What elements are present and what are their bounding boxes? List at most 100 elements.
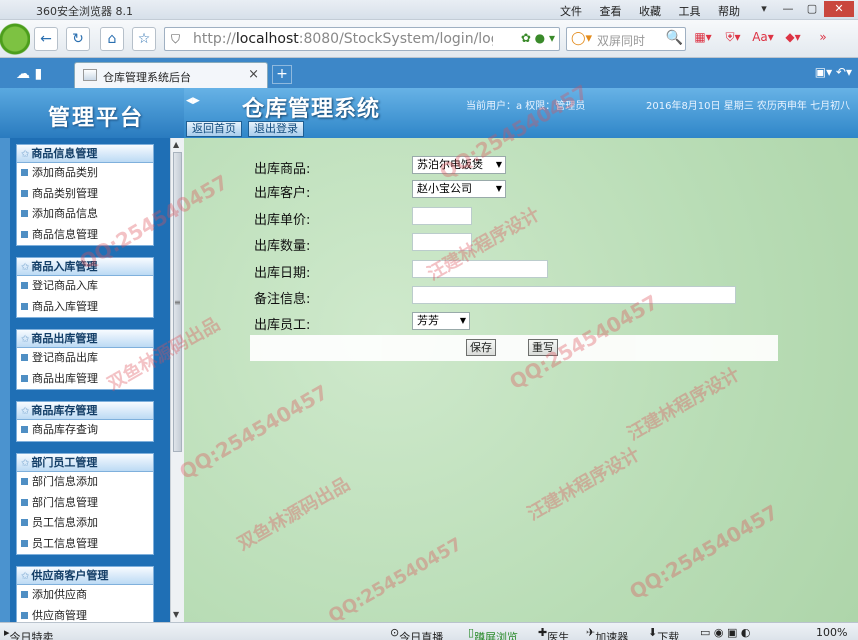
- customer-select[interactable]: 赵小宝公司 ▼: [412, 180, 506, 198]
- sidebar-group-product-info: ✩ 商品信息管理 添加商品类别 商品类别管理 添加商品信息 商品信息管理: [16, 144, 154, 246]
- cloud-icon[interactable]: ☁ ▮: [16, 66, 42, 82]
- bullet-icon: [21, 591, 28, 598]
- remark-input[interactable]: [412, 286, 736, 304]
- extension-icon[interactable]: ◆▾: [782, 30, 804, 48]
- tab-close-icon[interactable]: ×: [248, 67, 259, 82]
- shield-icon: ⛉: [171, 32, 181, 46]
- sidebar-item-inventory-query[interactable]: 商品库存查询: [17, 420, 153, 441]
- main-content: 出库商品: 苏泊尔电饭煲 ▼ 出库客户: 赵小宝公司 ▼ 出库单价: 出库数量: 出…: [184, 138, 858, 622]
- sidebar-item-manage-out[interactable]: 商品出库管理: [17, 369, 153, 390]
- sidebar-group-header[interactable]: ✩ 部门员工管理: [17, 454, 153, 472]
- sidebar-toggle-icon[interactable]: ◀▶: [186, 96, 200, 108]
- refresh-icon[interactable]: ↻: [66, 27, 90, 51]
- current-date: 2016年8月10日 星期三 农历丙申年 七月初八: [646, 101, 851, 112]
- bullet-icon: [21, 374, 28, 382]
- menu-help[interactable]: 帮助: [718, 5, 740, 18]
- sidebar-item-add-supplier[interactable]: 添加供应商: [17, 585, 153, 606]
- quantity-input[interactable]: [412, 233, 472, 251]
- menu-view[interactable]: 查看: [600, 5, 622, 18]
- zoom-level[interactable]: 100%: [816, 626, 847, 639]
- toolbar-icons: ▦▾ ⛨▾ Aa▾ ◆▾ »: [692, 30, 834, 48]
- price-input[interactable]: [412, 207, 472, 225]
- status-doctor[interactable]: ✚ 医生: [538, 626, 569, 640]
- security-icon[interactable]: ⛨▾: [722, 30, 744, 48]
- address-actions-icon[interactable]: ✿ ● ▾: [521, 31, 555, 45]
- browser-menu: 文件 查看 收藏 工具 帮助: [560, 3, 754, 19]
- status-bar: ▸ 今日特卖 ⊙ 今日直播 ▯ 蹲屏浏览 ✚ 医生 ✈ 加速器 ⬇ 下载 ▭ ◉ ▣ ◐ 1…: [0, 622, 858, 640]
- bullet-icon: [21, 189, 28, 197]
- sidebar-item-register-out[interactable]: 登记商品出库: [17, 348, 153, 369]
- search-box[interactable]: ◯▾ 双屏同时 🔍: [566, 27, 686, 51]
- browser-toolbar: ← ↻ ⌂ ☆ ⛉ http://localhost:8080/StockSys…: [0, 20, 858, 58]
- home-button[interactable]: 返回首页: [186, 121, 242, 137]
- star-icon: ✩: [21, 149, 30, 160]
- back-icon[interactable]: ←: [34, 27, 58, 51]
- search-engine-icon[interactable]: ◯▾: [571, 31, 592, 46]
- more-icon[interactable]: »: [812, 30, 834, 48]
- maximize-icon[interactable]: ▢: [800, 1, 824, 17]
- menu-file[interactable]: 文件: [560, 5, 582, 18]
- sidebar-item-manage-dept[interactable]: 部门信息管理: [17, 493, 153, 514]
- browser-title-bar: 360安全浏览器 8.1 文件 查看 收藏 工具 帮助 ▾ — ▢ ✕: [0, 0, 858, 20]
- menu-favorites[interactable]: 收藏: [639, 5, 661, 18]
- current-user: 当前用户：a 权限：管理员: [466, 101, 586, 112]
- logout-button[interactable]: 退出登录: [248, 121, 304, 137]
- sidebar-item-add-dept[interactable]: 部门信息添加: [17, 472, 153, 493]
- home-icon[interactable]: ⌂: [100, 27, 124, 51]
- sidebar-item-manage-category[interactable]: 商品类别管理: [17, 184, 153, 205]
- status-accelerator[interactable]: ✈ 加速器: [586, 626, 628, 640]
- save-button[interactable]: 保存: [466, 339, 496, 356]
- address-bar[interactable]: ⛉ http://localhost:8080/StockSystem/logi…: [164, 27, 560, 51]
- status-dual-screen[interactable]: ▯ 蹲屏浏览: [468, 626, 518, 640]
- sidebar-item-manage-product[interactable]: 商品信息管理: [17, 225, 153, 246]
- bullet-icon: [21, 210, 28, 217]
- sidebar-group-staff: ✩ 部门员工管理 部门信息添加 部门信息管理 员工信息添加 员工信息管理: [16, 453, 154, 555]
- sidebar-item-register-in[interactable]: 登记商品入库: [17, 276, 153, 297]
- menu-tools[interactable]: 工具: [679, 5, 701, 18]
- sidebar-group-stock-out: ✩ 商品出库管理 登记商品出库 商品出库管理: [16, 329, 154, 390]
- status-live[interactable]: ⊙ 今日直播: [390, 626, 443, 640]
- date-input[interactable]: [412, 260, 548, 278]
- sidebar-item-add-staff[interactable]: 员工信息添加: [17, 513, 153, 534]
- scroll-down-icon[interactable]: ▼: [173, 610, 179, 619]
- sidebar-item-manage-staff[interactable]: 员工信息管理: [17, 534, 153, 555]
- translate-icon[interactable]: Aa▾: [752, 30, 774, 48]
- sidebar-item-add-product[interactable]: 添加商品信息: [17, 204, 153, 225]
- chevron-down-icon: ▼: [495, 160, 502, 169]
- sidebar-group-header[interactable]: ✩ 商品库存管理: [17, 402, 153, 420]
- search-icon[interactable]: 🔍: [666, 30, 683, 46]
- customer-label: 出库客户:: [254, 186, 311, 201]
- address-url[interactable]: http://localhost:8080/StockSystem/login/…: [193, 31, 493, 47]
- browser-logo-icon: [0, 20, 30, 58]
- sidebar-group-header[interactable]: ✩ 供应商客户管理: [17, 567, 153, 585]
- reset-button[interactable]: 重写: [528, 339, 558, 356]
- tab-active[interactable]: 仓库管理系统后台 ×: [74, 62, 268, 88]
- sidebar-group-header[interactable]: ✩ 商品信息管理: [17, 145, 153, 163]
- status-deals[interactable]: ▸ 今日特卖: [4, 626, 54, 640]
- sidebar-group-header[interactable]: ✩ 商品出库管理: [17, 330, 153, 348]
- sidebar-item-add-category[interactable]: 添加商品类别: [17, 163, 153, 184]
- close-icon[interactable]: ✕: [824, 1, 854, 17]
- sidebar-group-inventory: ✩ 商品库存管理 商品库存查询: [16, 401, 154, 442]
- apps-icon[interactable]: ▦▾: [692, 30, 714, 48]
- shirt-icon[interactable]: ▾: [752, 1, 776, 17]
- app-header: 管理平台 ◀▶ 仓库管理系统 当前用户：a 权限：管理员 2016年8月10日 …: [0, 88, 858, 138]
- minimize-icon[interactable]: —: [776, 1, 800, 17]
- scroll-up-icon[interactable]: ▲: [173, 140, 179, 149]
- sidebar-item-manage-in[interactable]: 商品入库管理: [17, 297, 153, 318]
- star-icon[interactable]: ☆: [132, 27, 156, 51]
- bullet-icon: [21, 302, 28, 310]
- staff-select[interactable]: 芳芳 ▼: [412, 312, 470, 330]
- grip-icon: ≡: [174, 298, 181, 307]
- staff-label: 出库员工:: [254, 318, 311, 333]
- product-select[interactable]: 苏泊尔电饭煲 ▼: [412, 156, 506, 174]
- sidebar-item-manage-supplier[interactable]: 供应商管理: [17, 606, 153, 623]
- search-input[interactable]: 双屏同时: [597, 32, 645, 49]
- sidebar-group-header[interactable]: ✩ 商品入库管理: [17, 258, 153, 276]
- new-tab-button[interactable]: +: [272, 65, 292, 84]
- status-download[interactable]: ⬇ 下载: [648, 626, 679, 640]
- status-tray-icons[interactable]: ▭ ◉ ▣ ◐: [700, 626, 750, 639]
- star-icon: ✩: [21, 406, 30, 417]
- tab-tools-icon[interactable]: ▣▾ ↶▾: [815, 65, 852, 79]
- sidebar-scrollbar[interactable]: ▲ ≡ ▼: [170, 138, 184, 622]
